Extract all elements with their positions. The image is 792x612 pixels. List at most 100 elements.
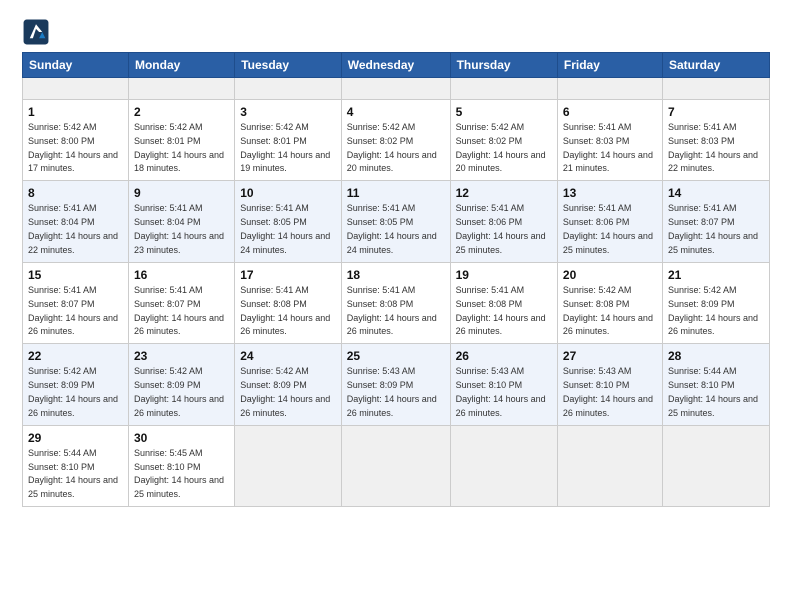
day-info: Sunrise: 5:42 AMSunset: 8:08 PMDaylight:… xyxy=(563,285,653,336)
table-row: 3 Sunrise: 5:42 AMSunset: 8:01 PMDaylight… xyxy=(235,99,342,180)
table-row xyxy=(557,425,662,506)
table-row: 16 Sunrise: 5:41 AMSunset: 8:07 PMDayligh… xyxy=(128,262,234,343)
day-number: 22 xyxy=(28,348,123,364)
day-info: Sunrise: 5:44 AMSunset: 8:10 PMDaylight:… xyxy=(28,448,118,499)
table-row xyxy=(128,78,234,100)
col-wednesday: Wednesday xyxy=(341,53,450,78)
col-sunday: Sunday xyxy=(23,53,129,78)
header xyxy=(22,18,770,46)
day-info: Sunrise: 5:41 AMSunset: 8:06 PMDaylight:… xyxy=(456,203,546,254)
table-row xyxy=(23,78,129,100)
table-row xyxy=(341,425,450,506)
day-info: Sunrise: 5:42 AMSunset: 8:09 PMDaylight:… xyxy=(28,366,118,417)
calendar-header-row: Sunday Monday Tuesday Wednesday Thursday… xyxy=(23,53,770,78)
day-number: 3 xyxy=(240,104,336,120)
table-row: 8 Sunrise: 5:41 AMSunset: 8:04 PMDaylight… xyxy=(23,181,129,262)
col-monday: Monday xyxy=(128,53,234,78)
day-info: Sunrise: 5:42 AMSunset: 8:01 PMDaylight:… xyxy=(134,122,224,173)
day-number: 19 xyxy=(456,267,552,283)
day-number: 25 xyxy=(347,348,445,364)
logo-icon xyxy=(22,18,50,46)
table-row: 25 Sunrise: 5:43 AMSunset: 8:09 PMDayligh… xyxy=(341,344,450,425)
table-row xyxy=(450,78,557,100)
table-row: 5 Sunrise: 5:42 AMSunset: 8:02 PMDaylight… xyxy=(450,99,557,180)
table-row: 23 Sunrise: 5:42 AMSunset: 8:09 PMDayligh… xyxy=(128,344,234,425)
day-number: 23 xyxy=(134,348,229,364)
day-info: Sunrise: 5:41 AMSunset: 8:08 PMDaylight:… xyxy=(347,285,437,336)
day-info: Sunrise: 5:42 AMSunset: 8:01 PMDaylight:… xyxy=(240,122,330,173)
day-info: Sunrise: 5:41 AMSunset: 8:04 PMDaylight:… xyxy=(134,203,224,254)
table-row xyxy=(662,78,769,100)
table-row: 22 Sunrise: 5:42 AMSunset: 8:09 PMDayligh… xyxy=(23,344,129,425)
day-number: 20 xyxy=(563,267,657,283)
table-row: 21 Sunrise: 5:42 AMSunset: 8:09 PMDayligh… xyxy=(662,262,769,343)
table-row xyxy=(341,78,450,100)
table-row: 26Sunrise: 5:43 AMSunset: 8:10 PMDayligh… xyxy=(450,344,557,425)
day-number: 15 xyxy=(28,267,123,283)
day-info: Sunrise: 5:41 AMSunset: 8:08 PMDaylight:… xyxy=(240,285,330,336)
calendar-table: Sunday Monday Tuesday Wednesday Thursday… xyxy=(22,52,770,507)
day-number: 12 xyxy=(456,185,552,201)
day-info: Sunrise: 5:42 AMSunset: 8:09 PMDaylight:… xyxy=(134,366,224,417)
day-info: Sunrise: 5:41 AMSunset: 8:08 PMDaylight:… xyxy=(456,285,546,336)
table-row: 14 Sunrise: 5:41 AMSunset: 8:07 PMDayligh… xyxy=(662,181,769,262)
table-row xyxy=(235,78,342,100)
table-row: 17Sunrise: 5:41 AMSunset: 8:08 PMDayligh… xyxy=(235,262,342,343)
day-number: 30 xyxy=(134,430,229,446)
day-info: Sunrise: 5:43 AMSunset: 8:10 PMDaylight:… xyxy=(563,366,653,417)
day-info: Sunrise: 5:42 AMSunset: 8:02 PMDaylight:… xyxy=(347,122,437,173)
day-number: 5 xyxy=(456,104,552,120)
day-number: 10 xyxy=(240,185,336,201)
day-info: Sunrise: 5:41 AMSunset: 8:07 PMDaylight:… xyxy=(134,285,224,336)
day-number: 6 xyxy=(563,104,657,120)
table-row: 7Sunrise: 5:41 AMSunset: 8:03 PMDaylight… xyxy=(662,99,769,180)
table-row: 2Sunrise: 5:42 AMSunset: 8:01 PMDaylight… xyxy=(128,99,234,180)
table-row: 27 Sunrise: 5:43 AMSunset: 8:10 PMDayligh… xyxy=(557,344,662,425)
day-number: 24 xyxy=(240,348,336,364)
table-row: 20 Sunrise: 5:42 AMSunset: 8:08 PMDayligh… xyxy=(557,262,662,343)
day-info: Sunrise: 5:45 AMSunset: 8:10 PMDaylight:… xyxy=(134,448,224,499)
day-info: Sunrise: 5:41 AMSunset: 8:06 PMDaylight:… xyxy=(563,203,653,254)
day-number: 21 xyxy=(668,267,764,283)
day-number: 1 xyxy=(28,104,123,120)
day-number: 13 xyxy=(563,185,657,201)
day-number: 14 xyxy=(668,185,764,201)
table-row xyxy=(235,425,342,506)
day-number: 4 xyxy=(347,104,445,120)
day-info: Sunrise: 5:42 AMSunset: 8:02 PMDaylight:… xyxy=(456,122,546,173)
col-saturday: Saturday xyxy=(662,53,769,78)
table-row: 29Sunrise: 5:44 AMSunset: 8:10 PMDayligh… xyxy=(23,425,129,506)
day-info: Sunrise: 5:41 AMSunset: 8:07 PMDaylight:… xyxy=(668,203,758,254)
day-info: Sunrise: 5:41 AMSunset: 8:05 PMDaylight:… xyxy=(347,203,437,254)
day-number: 8 xyxy=(28,185,123,201)
day-number: 28 xyxy=(668,348,764,364)
day-info: Sunrise: 5:41 AMSunset: 8:03 PMDaylight:… xyxy=(563,122,653,173)
col-thursday: Thursday xyxy=(450,53,557,78)
table-row: 30 Sunrise: 5:45 AMSunset: 8:10 PMDayligh… xyxy=(128,425,234,506)
day-info: Sunrise: 5:42 AMSunset: 8:09 PMDaylight:… xyxy=(668,285,758,336)
table-row: 15 Sunrise: 5:41 AMSunset: 8:07 PMDayligh… xyxy=(23,262,129,343)
day-info: Sunrise: 5:42 AMSunset: 8:00 PMDaylight:… xyxy=(28,122,118,173)
table-row: 24 Sunrise: 5:42 AMSunset: 8:09 PMDayligh… xyxy=(235,344,342,425)
table-row: 1 Sunrise: 5:42 AMSunset: 8:00 PMDaylight… xyxy=(23,99,129,180)
day-number: 27 xyxy=(563,348,657,364)
day-info: Sunrise: 5:42 AMSunset: 8:09 PMDaylight:… xyxy=(240,366,330,417)
table-row: 12 Sunrise: 5:41 AMSunset: 8:06 PMDayligh… xyxy=(450,181,557,262)
day-info: Sunrise: 5:41 AMSunset: 8:05 PMDaylight:… xyxy=(240,203,330,254)
table-row: 6 Sunrise: 5:41 AMSunset: 8:03 PMDaylight… xyxy=(557,99,662,180)
day-info: Sunrise: 5:41 AMSunset: 8:07 PMDaylight:… xyxy=(28,285,118,336)
day-info: Sunrise: 5:43 AMSunset: 8:09 PMDaylight:… xyxy=(347,366,437,417)
day-number: 11 xyxy=(347,185,445,201)
table-row xyxy=(450,425,557,506)
day-number: 9 xyxy=(134,185,229,201)
table-row: 10 Sunrise: 5:41 AMSunset: 8:05 PMDayligh… xyxy=(235,181,342,262)
day-number: 16 xyxy=(134,267,229,283)
day-info: Sunrise: 5:41 AMSunset: 8:04 PMDaylight:… xyxy=(28,203,118,254)
table-row: 18 Sunrise: 5:41 AMSunset: 8:08 PMDayligh… xyxy=(341,262,450,343)
table-row: 9 Sunrise: 5:41 AMSunset: 8:04 PMDaylight… xyxy=(128,181,234,262)
day-info: Sunrise: 5:41 AMSunset: 8:03 PMDaylight:… xyxy=(668,122,758,173)
table-row: 4 Sunrise: 5:42 AMSunset: 8:02 PMDaylight… xyxy=(341,99,450,180)
day-number: 18 xyxy=(347,267,445,283)
day-info: Sunrise: 5:43 AMSunset: 8:10 PMDaylight:… xyxy=(456,366,546,417)
col-friday: Friday xyxy=(557,53,662,78)
